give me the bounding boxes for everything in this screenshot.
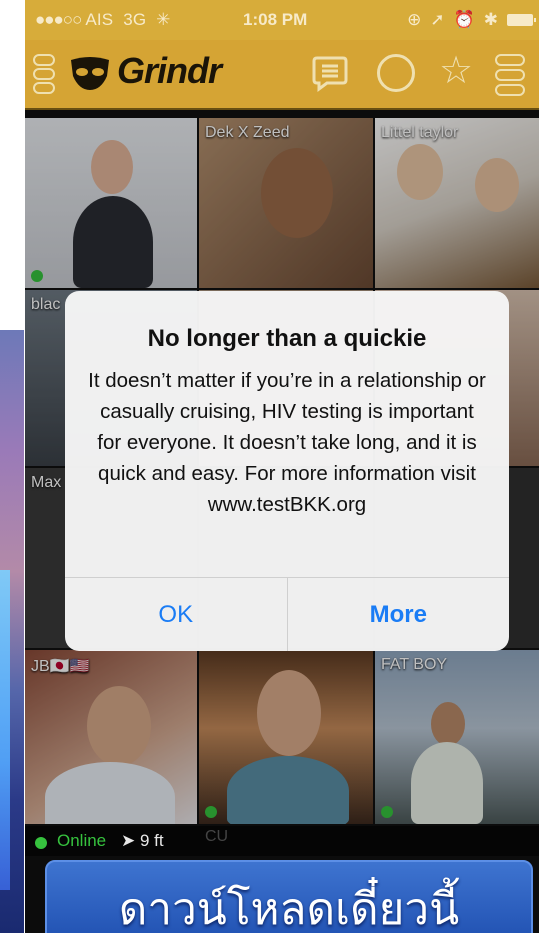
partial-profile-name: CU — [205, 828, 229, 845]
app-logo-text: Grindr — [117, 50, 222, 91]
distance-label: ➤ 9 ft — [121, 831, 164, 851]
rotation-lock-icon: ⊕ — [407, 10, 422, 29]
download-banner[interactable]: ดาวน์โหลดเดี๋ยวนี้ — [45, 860, 533, 933]
navigation-bar: Grindr ☆ — [25, 40, 539, 110]
circle-icon[interactable] — [377, 54, 415, 92]
alert-dialog: No longer than a quickie It doesn’t matt… — [65, 291, 509, 651]
star-icon[interactable]: ☆ — [439, 52, 473, 90]
grindr-mask-icon — [67, 52, 113, 92]
online-label: Online — [57, 831, 107, 850]
carrier-info: ●●●○○ AIS 3G ✳ — [35, 10, 171, 30]
alert-message: It doesn’t matter if you’re in a relatio… — [88, 369, 486, 516]
location-icon: ➚ — [430, 10, 445, 29]
online-indicator — [35, 837, 47, 849]
banner-text: ดาวน์โหลดเดี๋ยวนี้ — [118, 885, 460, 933]
battery-icon — [507, 14, 536, 26]
ok-button[interactable]: OK — [65, 578, 287, 651]
more-button[interactable]: More — [286, 578, 510, 651]
chat-icon[interactable] — [311, 54, 349, 92]
network-type: 3G — [123, 10, 147, 29]
carrier-name: AIS — [85, 10, 114, 29]
distance-value: 9 ft — [139, 831, 164, 850]
background-glow — [0, 570, 10, 890]
status-time: 1:08 PM — [243, 10, 308, 29]
signal-dots: ●●●○○ — [35, 10, 82, 29]
alert-button-row: OK More — [65, 577, 509, 651]
status-bar: ●●●○○ AIS 3G ✳ 1:08 PM ⊕ ➚ ⏰ ✱ — [25, 0, 539, 40]
activity-icon: ✳ — [156, 10, 171, 29]
alert-title: No longer than a quickie — [147, 325, 427, 352]
location-arrow-icon: ➤ — [121, 831, 140, 850]
menu-icon[interactable] — [33, 54, 55, 94]
filter-icon[interactable] — [495, 54, 525, 96]
bluetooth-icon: ✱ — [483, 10, 498, 29]
alarm-icon: ⏰ — [453, 10, 475, 29]
phone-screen: ●●●○○ AIS 3G ✳ 1:08 PM ⊕ ➚ ⏰ ✱ Grindr ☆ — [25, 0, 539, 933]
status-icons: ⊕ ➚ ⏰ ✱ — [407, 10, 536, 30]
background-photo-strip — [0, 330, 24, 933]
profile-status-bar: Online ➤ 9 ft CU — [25, 826, 539, 856]
